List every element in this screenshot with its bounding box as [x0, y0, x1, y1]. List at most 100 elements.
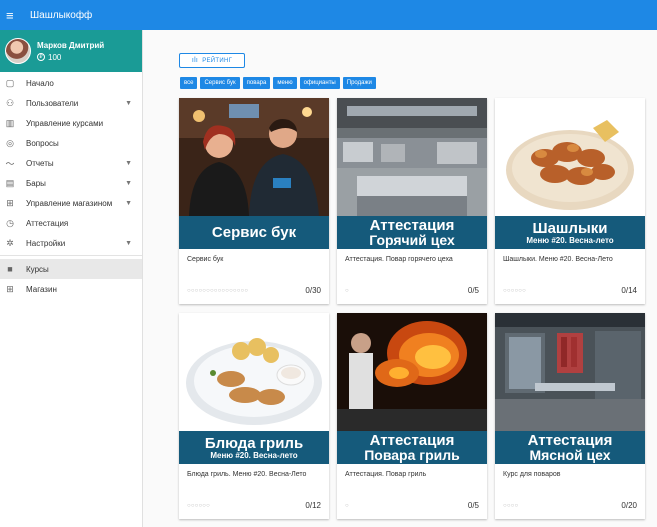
sidebar-item-label: Пользователи — [26, 98, 79, 108]
users-icon: ⚇ — [5, 97, 15, 108]
course-card[interactable]: Шашлыки Меню #20. Весна-лето Шашлыки. Меню… — [495, 98, 645, 304]
rating-label: РЕЙТИНГ — [202, 57, 233, 64]
sidebar-item-7[interactable]: ◷ Аттестация — [0, 213, 142, 233]
course-banner: Шашлыки Меню #20. Весна-лето — [495, 216, 645, 249]
sidebar-item-label: Аттестация — [26, 218, 69, 228]
profile-points: ₽ 100 — [37, 53, 104, 62]
menu-icon[interactable]: ≡ — [6, 9, 20, 22]
filter-tag[interactable]: все — [180, 77, 198, 89]
banner-line-2: Повара гриль — [364, 447, 460, 463]
bar-chart-icon: ılı — [191, 57, 199, 64]
course-banner: Блюда гриль Меню #20. Весна-лето — [179, 431, 329, 464]
clipboard-icon: ▢ — [5, 77, 15, 88]
banner-line-2: Меню #20. Весна-лето — [526, 235, 614, 245]
sidebar: Марков Дмитрий ₽ 100 ▢ Начало ⚇ Пользовател… — [0, 30, 143, 527]
course-card[interactable]: Аттестация Повара гриль Аттестация. Повар … — [337, 313, 487, 519]
sidebar-secondary-item-0[interactable]: ■ Курсы — [0, 259, 142, 279]
course-card[interactable]: Аттестация Горячий цех Аттестация. Повар г… — [337, 98, 487, 304]
progress-dots: ○ — [345, 503, 349, 509]
sidebar-item-4[interactable]: 〜 Отчеты ▼ — [0, 153, 142, 173]
gear-icon: ✲ — [6, 237, 14, 248]
meat-room-photo[interactable] — [495, 313, 645, 431]
nav-divider — [0, 255, 142, 256]
filter-tag[interactable]: меню — [273, 77, 297, 89]
chevron-down-icon[interactable]: ▼ — [125, 200, 132, 207]
sidebar-item-label: Отчеты — [26, 158, 54, 168]
course-title[interactable]: Курс для поваров — [503, 471, 637, 480]
course-card[interactable]: Блюда гриль Меню #20. Весна-лето Блюда гри… — [179, 313, 329, 519]
coin-icon: ₽ — [37, 53, 45, 61]
banner-line-2: Меню #20. Весна-лето — [210, 450, 298, 460]
filter-tag[interactable]: Продажи — [342, 77, 376, 89]
nav-list: ▢ Начало ⚇ Пользователи ▼ ▥ Управление курсами… — [0, 72, 142, 253]
chevron-down-icon[interactable]: ▼ — [125, 180, 132, 187]
course-title[interactable]: Блюда гриль. Меню #20. Весна-Лето — [187, 471, 321, 480]
sidebar-item-label: Магазин — [26, 284, 57, 294]
folder-icon: ■ — [7, 264, 13, 274]
sidebar-item-label: Бары — [26, 178, 46, 188]
cart-icon: ⊞ — [6, 283, 14, 294]
progress-dots: ○ — [345, 288, 349, 294]
banner-line-1: Аттестация — [369, 217, 455, 234]
sidebar-item-label: Управление магазином — [26, 198, 113, 208]
help-circle-icon: ◎ — [6, 137, 14, 148]
progress-count: 0/5 — [467, 501, 479, 510]
course-card[interactable]: Аттестация Мясной цех Курс для поваров ○○○○… — [495, 313, 645, 519]
course-title[interactable]: Аттестация. Повар гриль — [345, 471, 479, 480]
filter-tag[interactable]: Сервис бук — [200, 77, 240, 89]
nav-list-secondary: ■ Курсы ⊞ Магазин — [0, 258, 142, 299]
shashlik-photo[interactable] — [495, 98, 645, 216]
progress-dots: ○○○○ — [503, 503, 519, 509]
main-content: ılı РЕЙТИНГ все Сервис бук повара меню офици… — [143, 30, 657, 527]
progress-count: 0/20 — [621, 501, 637, 510]
chevron-down-icon[interactable]: ▼ — [125, 160, 132, 167]
rating-button[interactable]: ılı РЕЙТИНГ — [179, 53, 245, 68]
progress-count: 0/14 — [621, 286, 637, 295]
grill-photo[interactable] — [179, 313, 329, 431]
course-title[interactable]: Аттестация. Повар горячего цеха — [345, 256, 479, 265]
banner-line-2: Горячий цех — [369, 232, 455, 248]
course-title[interactable]: Сервис бук — [187, 256, 321, 265]
profile-panel[interactable]: Марков Дмитрий ₽ 100 — [0, 30, 142, 72]
profile-name: Марков Дмитрий — [37, 40, 105, 50]
points-value: 100 — [48, 52, 62, 62]
chevron-down-icon[interactable]: ▼ — [125, 100, 132, 107]
kitchen-photo[interactable] — [337, 98, 487, 216]
progress-count: 0/12 — [305, 501, 321, 510]
sidebar-secondary-item-1[interactable]: ⊞ Магазин — [0, 279, 142, 299]
sidebar-item-8[interactable]: ✲ Настройки ▼ — [0, 233, 142, 253]
filter-tags: все Сервис бук повара меню официанты Продажи — [180, 77, 376, 89]
banner-line-1: Аттестация — [527, 432, 613, 449]
filter-tag[interactable]: повара — [242, 77, 271, 89]
banner-line-1: Блюда гриль — [204, 434, 304, 452]
banner-line-1: Аттестация — [369, 432, 455, 449]
sidebar-item-label: Начало — [26, 78, 54, 88]
banner-line-1: Шашлыки — [532, 219, 608, 237]
cart-icon: ⊞ — [6, 197, 14, 208]
course-banner: Аттестация Мясной цех — [495, 431, 645, 464]
alarm-icon: ◷ — [6, 217, 14, 228]
sidebar-item-0[interactable]: ▢ Начало — [0, 73, 142, 93]
sidebar-item-6[interactable]: ⊞ Управление магазином ▼ — [0, 193, 142, 213]
banner-line-2: Мясной цех — [529, 447, 611, 463]
trending-icon: 〜 — [5, 158, 15, 169]
app-bar: ≡ Шашлыкофф — [0, 0, 657, 30]
sidebar-item-2[interactable]: ▥ Управление курсами — [0, 113, 142, 133]
avatar[interactable] — [5, 38, 31, 64]
sidebar-item-5[interactable]: ▤ Бары ▼ — [0, 173, 142, 193]
sidebar-item-label: Вопросы — [26, 138, 59, 148]
staff-photo[interactable] — [179, 98, 329, 216]
course-title[interactable]: Шашлыки. Меню #20. Весна-Лето — [503, 256, 637, 265]
progress-count: 0/5 — [467, 286, 479, 295]
sidebar-item-1[interactable]: ⚇ Пользователи ▼ — [0, 93, 142, 113]
course-banner: Аттестация Горячий цех — [337, 216, 487, 249]
store-icon: ▤ — [5, 177, 15, 188]
course-card[interactable]: Сервис бук Сервис бук ○○○○○○○○○○○○○○○○ 0/30 — [179, 98, 329, 304]
chevron-down-icon[interactable]: ▼ — [125, 240, 132, 247]
filter-tag[interactable]: официанты — [299, 77, 340, 89]
app-title: Шашлыкофф — [30, 9, 93, 21]
banner-line-1: Сервис бук — [211, 224, 297, 241]
library-icon: ▥ — [5, 117, 15, 128]
sidebar-item-3[interactable]: ◎ Вопросы — [0, 133, 142, 153]
fire-photo[interactable] — [337, 313, 487, 431]
